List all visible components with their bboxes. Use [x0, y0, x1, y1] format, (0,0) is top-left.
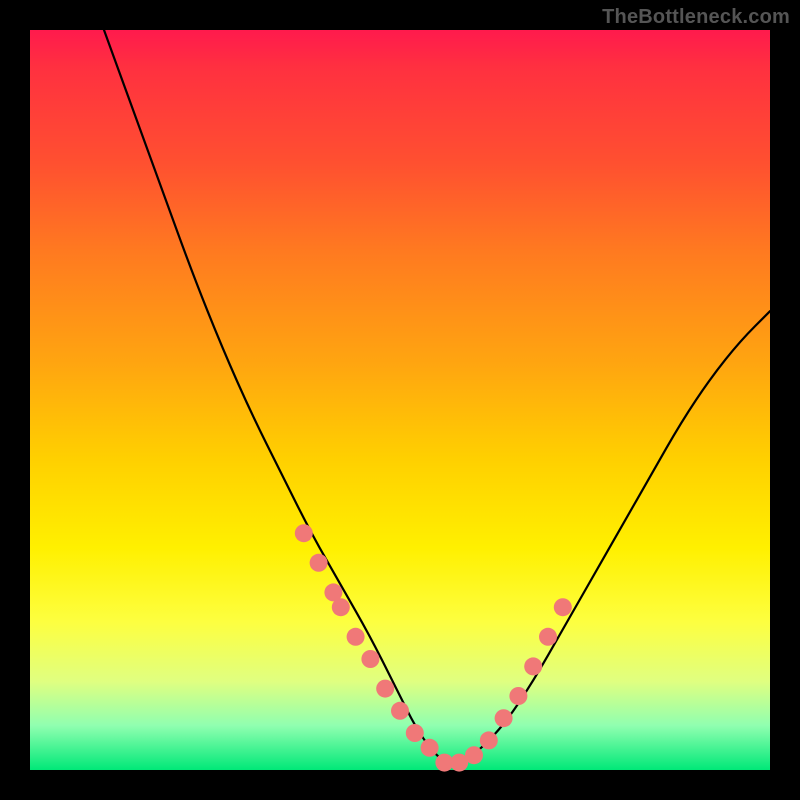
bottleneck-curve	[104, 30, 770, 763]
highlight-dot	[295, 524, 313, 542]
highlight-dot	[524, 657, 542, 675]
highlight-dot	[361, 650, 379, 668]
chart-frame: TheBottleneck.com	[0, 0, 800, 800]
highlight-dot	[539, 628, 557, 646]
highlight-dot	[347, 628, 365, 646]
watermark-text: TheBottleneck.com	[602, 6, 790, 29]
highlight-dot	[406, 724, 424, 742]
curve-layer	[30, 30, 770, 770]
highlight-dot	[421, 739, 439, 757]
highlight-dot	[332, 598, 350, 616]
highlight-dot	[554, 598, 572, 616]
highlight-dot	[391, 702, 409, 720]
highlight-dot	[509, 687, 527, 705]
highlight-dots	[295, 524, 572, 771]
highlight-dot	[465, 746, 483, 764]
highlight-dot	[376, 680, 394, 698]
highlight-dot	[495, 709, 513, 727]
highlight-dot	[480, 731, 498, 749]
plot-area	[30, 30, 770, 770]
highlight-dot	[310, 554, 328, 572]
